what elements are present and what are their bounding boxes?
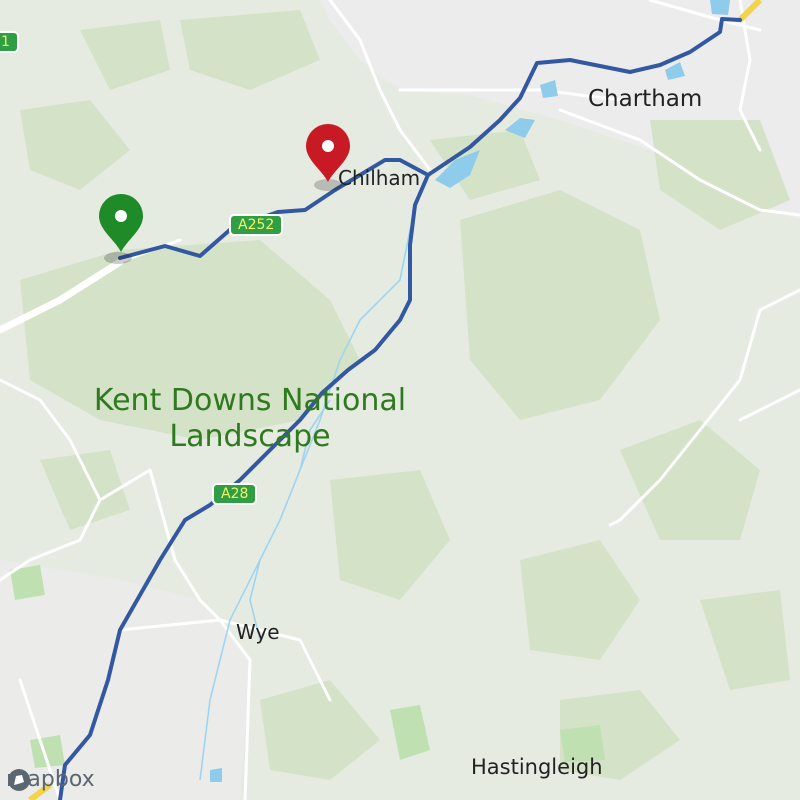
place-label-hastingleigh: Hastingleigh: [471, 755, 603, 779]
start-marker-shadow: [104, 252, 132, 264]
place-label-chilham: Chilham: [338, 166, 421, 190]
park-label-line2: Landscape: [169, 419, 331, 454]
place-label-chartham: Chartham: [588, 86, 703, 112]
park-label: Kent Downs National Landscape: [70, 383, 430, 455]
road-shield-a28: A28: [212, 483, 258, 505]
place-label-wye: Wye: [236, 620, 280, 644]
park-label-line1: Kent Downs National: [93, 383, 407, 418]
map-view[interactable]: Chartham Chilham Wye Hastingleigh Kent D…: [0, 0, 800, 800]
mapbox-icon: [8, 769, 30, 791]
road-shield-a252: A252: [229, 214, 284, 236]
mapbox-logo[interactable]: mapbox: [6, 767, 95, 792]
road-shield-edge: 1: [0, 31, 19, 53]
